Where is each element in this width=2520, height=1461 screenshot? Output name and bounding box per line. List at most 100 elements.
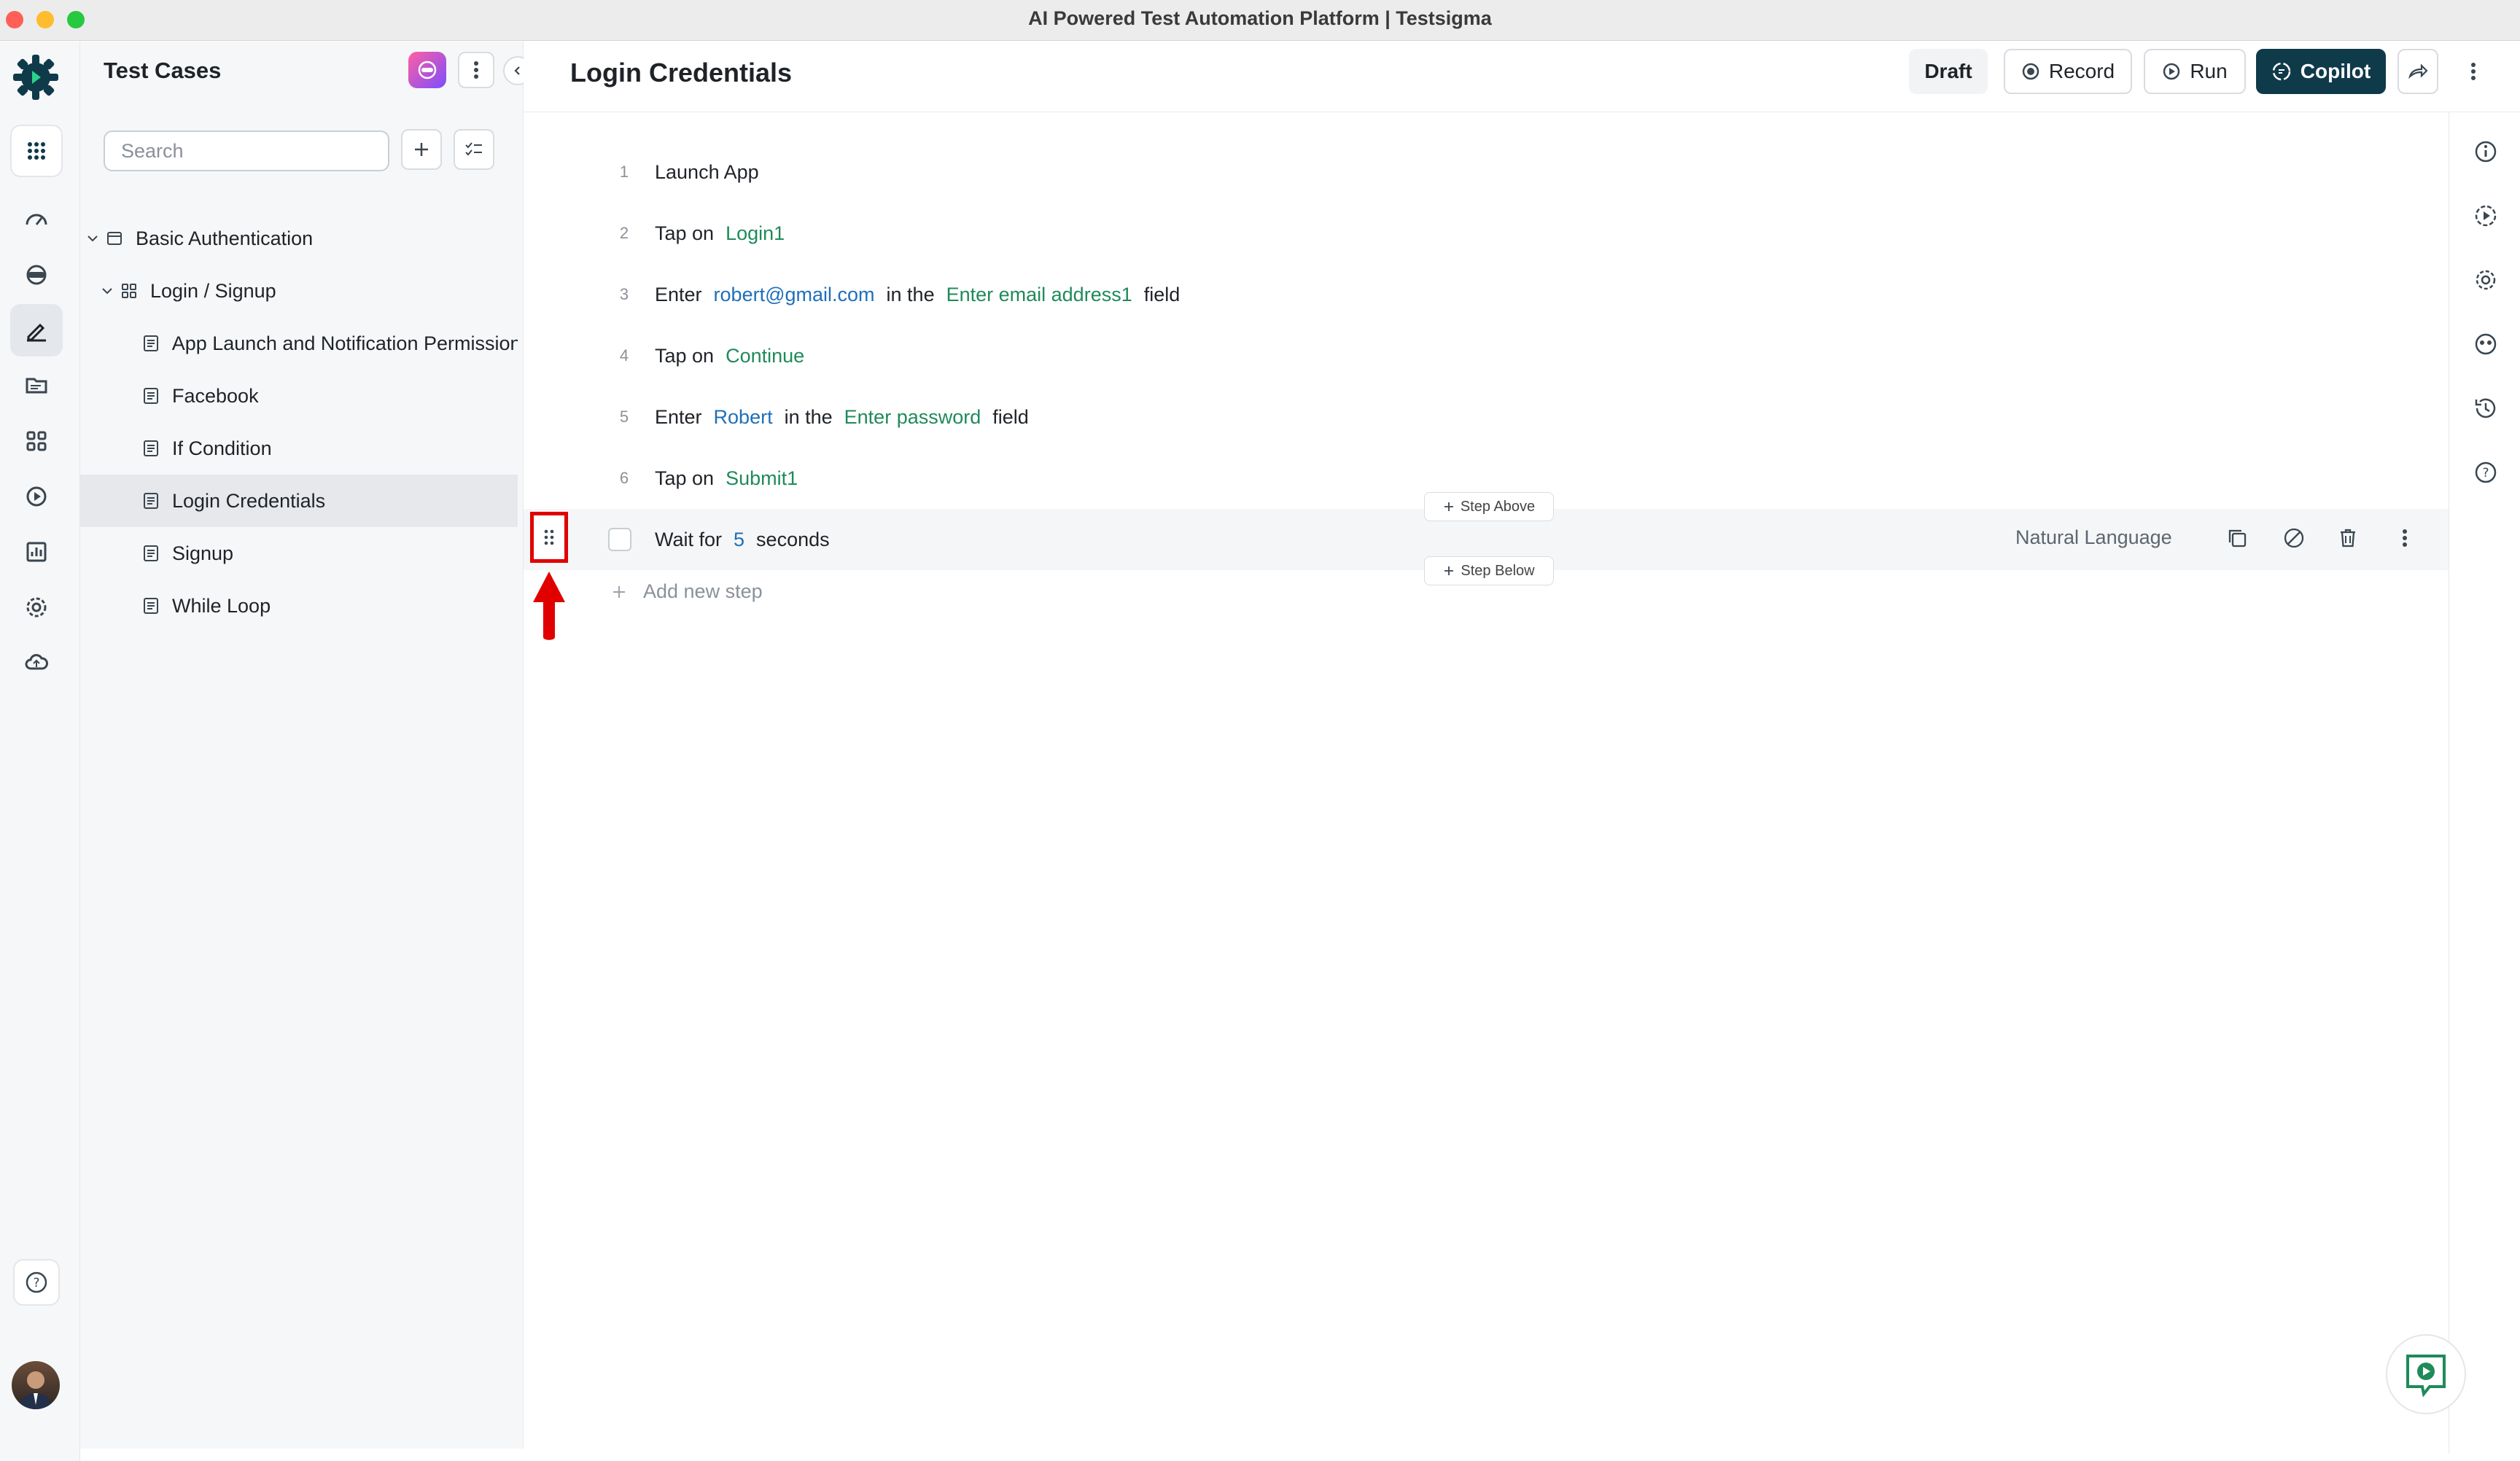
tree-item-label: App Launch and Notification Permission <box>171 332 518 354</box>
test-case-icon <box>140 387 162 405</box>
run-button[interactable]: Run <box>2144 49 2246 94</box>
step-action-text: Launch App <box>655 160 759 183</box>
mask-icon[interactable] <box>2473 331 2499 357</box>
right-panel-rail: ? <box>2449 112 2520 1454</box>
share-button[interactable] <box>2398 49 2438 94</box>
step-number: 3 <box>619 285 629 303</box>
help-icon[interactable]: ? <box>13 1259 60 1306</box>
testsigma-assistant-button[interactable] <box>2386 1334 2466 1414</box>
header-more-button[interactable] <box>2453 49 2494 94</box>
plus-icon <box>611 584 627 600</box>
apps-grid-icon[interactable] <box>10 125 63 177</box>
record-button[interactable]: Record <box>2004 49 2132 94</box>
test-step[interactable]: 5 Enter Robert in the Enter password fie… <box>524 386 2449 448</box>
test-step[interactable]: 4 Tap on Continue <box>524 325 2449 386</box>
step-number: 2 <box>619 224 629 242</box>
tree-suite-basic-authentication[interactable]: Basic Authentication <box>80 212 518 265</box>
tree-case-login-credentials[interactable]: Login Credentials <box>80 475 518 527</box>
test-step[interactable]: 2 Tap on Login1 <box>524 203 2449 264</box>
avatar[interactable] <box>12 1361 60 1409</box>
step-test-data[interactable]: 5 <box>734 529 744 551</box>
test-cases-sidebar: Test Cases Basic Authentication Login / … <box>80 42 532 1449</box>
tree-item-label: While Loop <box>172 594 271 617</box>
svg-text:?: ? <box>2482 466 2489 480</box>
plus-icon <box>1443 565 1455 577</box>
chevron-down-icon[interactable] <box>96 284 118 297</box>
left-nav-rail: ? <box>0 42 80 1461</box>
settings-icon[interactable] <box>2473 267 2499 293</box>
step-checkbox[interactable] <box>608 528 631 551</box>
step-number: 1 <box>619 163 629 181</box>
grid-icon[interactable] <box>10 415 63 467</box>
folder-icon[interactable] <box>10 359 63 412</box>
settings-icon[interactable] <box>10 581 63 634</box>
step-text: Tap on Continue <box>655 345 804 367</box>
step-text: Enter robert@gmail.com in the Enter emai… <box>655 284 1180 306</box>
search-input[interactable] <box>104 130 389 171</box>
editor-header: Login Credentials Draft Record Run Copil… <box>524 42 2520 112</box>
step-test-data[interactable]: robert@gmail.com <box>714 284 875 306</box>
delete-step-icon[interactable] <box>2335 525 2361 551</box>
report-icon[interactable] <box>10 526 63 578</box>
drag-handle-icon[interactable] <box>530 512 568 563</box>
play-icon <box>2162 62 2181 81</box>
dashboard-icon[interactable] <box>10 193 63 246</box>
run-icon[interactable] <box>10 470 63 523</box>
step-element[interactable]: Submit1 <box>726 467 798 490</box>
step-text: Tap on Submit1 <box>655 467 798 490</box>
status-badge[interactable]: Draft <box>1909 49 1988 94</box>
add-step-above-button[interactable]: Step Above <box>1424 492 1554 521</box>
history-icon[interactable] <box>2473 395 2499 421</box>
step-element[interactable]: Login1 <box>726 222 785 245</box>
add-step-below-button[interactable]: Step Below <box>1424 556 1554 585</box>
cloud-icon[interactable] <box>10 636 63 689</box>
add-test-case-button[interactable] <box>401 129 442 170</box>
sidebar-more-button[interactable] <box>458 52 494 88</box>
tree-case-while-loop[interactable]: While Loop <box>80 580 518 632</box>
chevron-down-icon[interactable] <box>82 232 104 245</box>
test-step[interactable]: 1 Launch App <box>524 141 2449 203</box>
step-action-text: Tap on <box>655 467 715 489</box>
tree-item-label: Facebook <box>172 384 259 407</box>
tree-case-app-launch[interactable]: App Launch and Notification Permission <box>80 317 518 370</box>
step-element[interactable]: Enter email address1 <box>946 284 1132 306</box>
step-action-text: field <box>1143 283 1181 305</box>
tree-case-facebook[interactable]: Facebook <box>80 370 518 422</box>
group-icon <box>118 283 140 299</box>
ai-assistant-icon[interactable] <box>408 52 446 88</box>
testsigma-logo[interactable] <box>10 52 61 103</box>
bulk-select-button[interactable] <box>454 129 494 170</box>
info-icon[interactable] <box>2473 139 2499 165</box>
step-element[interactable]: Enter password <box>844 406 981 429</box>
step-mode-label[interactable]: Natural Language <box>2015 526 2172 549</box>
tree-item-label: Login Credentials <box>172 489 326 512</box>
step-more-icon[interactable] <box>2392 525 2418 551</box>
step-text: Tap on Login1 <box>655 222 785 245</box>
test-case-icon <box>140 335 162 352</box>
run-history-icon[interactable] <box>2473 203 2499 229</box>
tree-group-login-signup[interactable]: Login / Signup <box>80 265 518 317</box>
add-step-label: Add new step <box>643 580 763 602</box>
step-action-text: Enter <box>655 283 702 305</box>
tree-case-signup[interactable]: Signup <box>80 527 518 580</box>
tree-item-label: Login / Signup <box>150 279 276 302</box>
step-test-data[interactable]: Robert <box>714 406 773 429</box>
help-icon[interactable]: ? <box>2473 459 2499 486</box>
sidebar-title: Test Cases <box>104 58 222 83</box>
step-text: Launch App <box>655 161 759 184</box>
record-label: Record <box>2048 60 2115 82</box>
step-element[interactable]: Continue <box>726 345 804 367</box>
copy-step-icon[interactable] <box>2224 525 2250 551</box>
suite-icon <box>104 230 125 246</box>
step-above-label: Step Above <box>1460 498 1536 515</box>
run-label: Run <box>2190 60 2228 82</box>
tree-case-if-condition[interactable]: If Condition <box>80 422 518 475</box>
step-number: 5 <box>619 408 629 426</box>
add-new-step[interactable]: Add new step <box>611 580 763 603</box>
tree-item-label: Basic Authentication <box>136 227 314 249</box>
copilot-button[interactable]: Copilot <box>2256 49 2386 94</box>
edit-icon[interactable] <box>10 304 63 357</box>
disable-step-icon[interactable] <box>2281 525 2307 551</box>
test-step[interactable]: 3 Enter robert@gmail.com in the Enter em… <box>524 264 2449 325</box>
device-icon[interactable] <box>10 249 63 301</box>
